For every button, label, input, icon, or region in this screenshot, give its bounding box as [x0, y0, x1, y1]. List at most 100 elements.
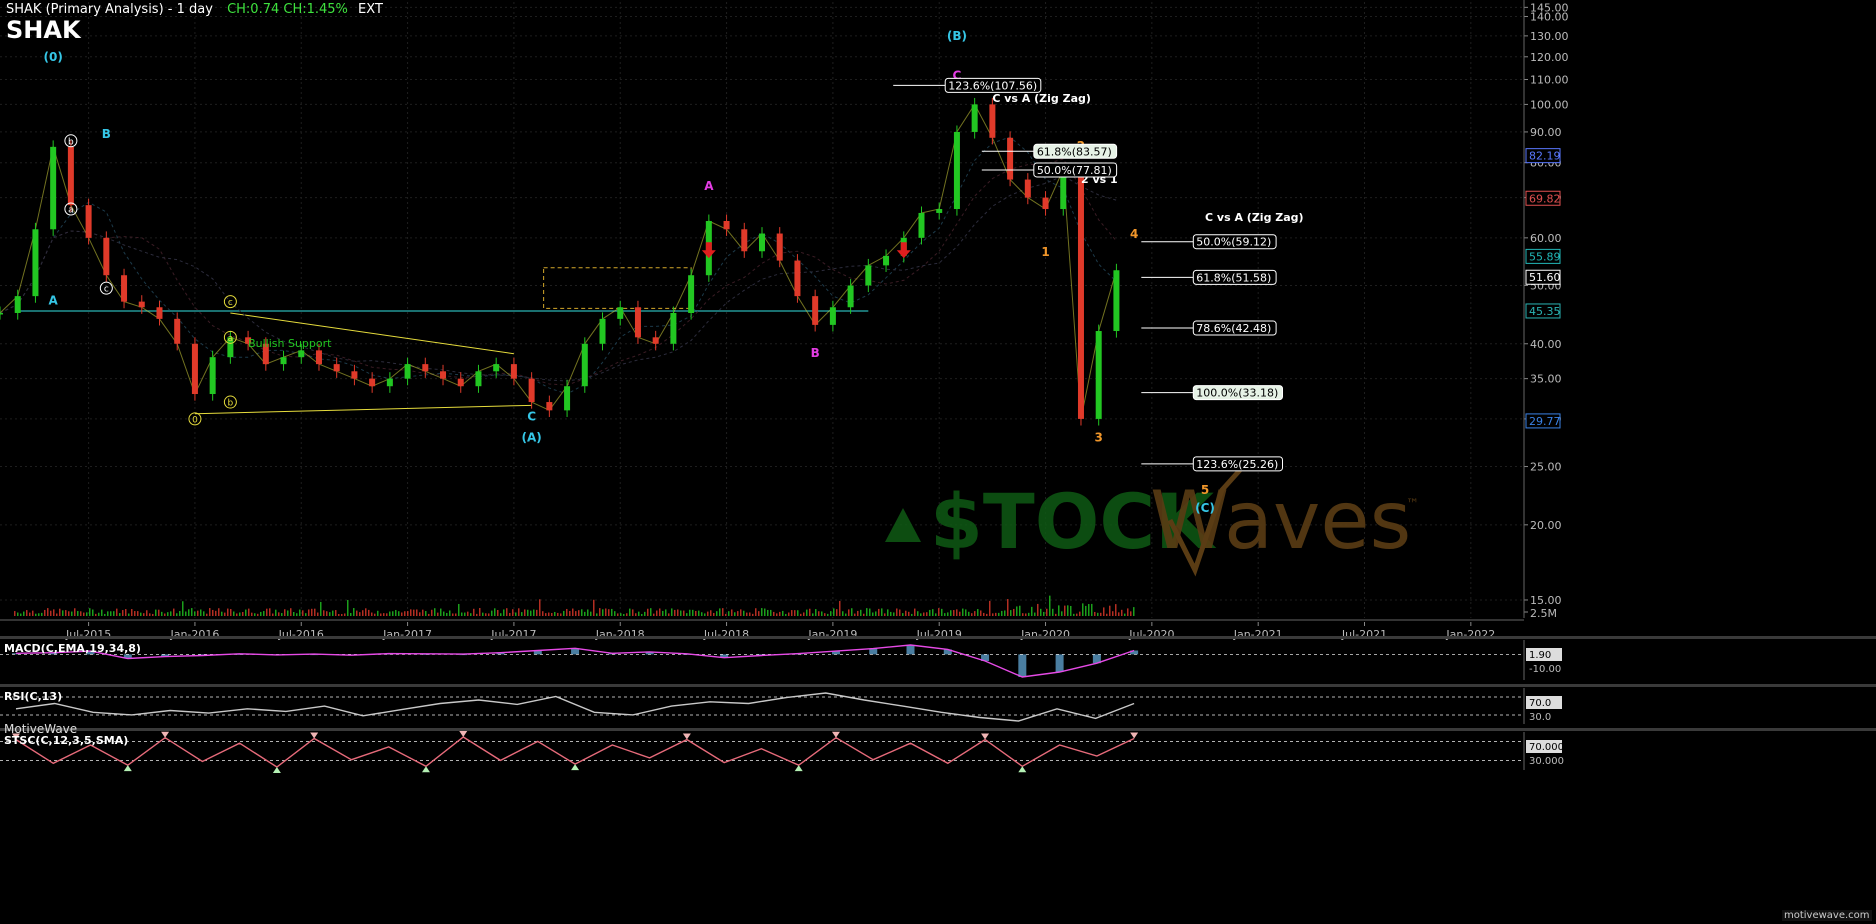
x-tick-label: Jan-2018	[595, 628, 645, 641]
volume-bar	[791, 610, 793, 616]
y-tick-label: 100.00	[1530, 98, 1569, 111]
price-candle	[298, 350, 305, 358]
volume-bar	[587, 609, 589, 616]
volume-bar	[185, 611, 187, 616]
price-candle	[936, 209, 943, 213]
indicator-tick-label: -10.00	[1529, 664, 1561, 675]
volume-bar	[1121, 609, 1123, 616]
volume-bar	[554, 611, 556, 616]
volume-bar	[974, 611, 976, 616]
volume-bar	[116, 608, 118, 616]
pane-separator	[0, 728, 1876, 731]
volume-bar	[110, 611, 112, 616]
price-candle	[174, 318, 181, 344]
fib-level-label: 61.8%(51.58)	[1196, 271, 1271, 284]
volume-bar	[386, 613, 388, 616]
volume-bar	[1052, 608, 1054, 616]
price-candle	[315, 350, 322, 365]
volume-bar	[239, 612, 241, 616]
price-candle	[599, 318, 606, 344]
volume-bar	[746, 612, 748, 616]
volume-bar	[650, 608, 652, 616]
volume-bar	[398, 611, 400, 616]
volume-bar	[1094, 611, 1096, 616]
price-candle	[138, 301, 145, 308]
volume-bar	[248, 608, 250, 616]
volume-bar	[257, 613, 259, 616]
volume-bar	[1103, 607, 1105, 616]
volume-bar	[194, 611, 196, 616]
volume-bar	[917, 611, 919, 616]
volume-bar	[245, 609, 247, 616]
volume-bar	[413, 609, 415, 616]
wave-label: (0)	[43, 50, 62, 64]
fib-level-label: 100.0%(33.18)	[1196, 387, 1278, 400]
volume-bar	[1097, 612, 1099, 616]
volume-bar	[1109, 605, 1111, 616]
volume-bar	[269, 608, 271, 616]
volume-bar	[143, 613, 145, 616]
volume-bar	[530, 610, 532, 616]
price-candle	[759, 233, 765, 252]
volume-bar	[290, 608, 292, 616]
price-candle	[156, 307, 163, 319]
volume-bar	[128, 613, 130, 616]
volume-bar	[344, 613, 346, 616]
volume-bar	[65, 610, 67, 616]
volume-bar	[818, 611, 820, 616]
fib-level-label: 50.0%(77.81)	[1037, 164, 1112, 177]
volume-bar	[62, 610, 64, 616]
volume-bar	[371, 612, 373, 616]
volume-bar	[68, 611, 70, 616]
volume-bar	[632, 609, 634, 616]
volume-bar	[707, 611, 709, 616]
volume-bar	[119, 613, 121, 616]
volume-bar	[479, 608, 481, 616]
volume-bar	[218, 608, 220, 616]
volume-bar	[281, 613, 283, 616]
volume-bar	[191, 608, 193, 616]
volume-bar	[1070, 605, 1072, 616]
volume-bar	[1019, 605, 1021, 616]
volume-bar	[575, 611, 577, 616]
price-candle	[440, 371, 447, 379]
volume-bar	[1100, 612, 1102, 616]
price-change: CH:0.74 CH:1.45%	[227, 2, 348, 17]
volume-bar	[410, 609, 412, 616]
ext-label: EXT	[358, 2, 383, 17]
volume-bar	[260, 611, 262, 616]
volume-bar	[911, 613, 913, 616]
volume-bar	[866, 608, 868, 616]
volume-bar	[449, 610, 451, 616]
volume-bar	[389, 611, 391, 616]
price-candle	[865, 265, 872, 286]
volume-bar	[44, 609, 46, 616]
volume-bar	[929, 609, 931, 616]
volume-bar	[932, 609, 934, 616]
fib-level-label: 61.8%(83.57)	[1037, 145, 1112, 158]
volume-bar	[146, 610, 148, 616]
x-tick-label: Jan-2017	[382, 628, 432, 641]
volume-bar	[170, 611, 172, 616]
volume-bar	[488, 613, 490, 616]
stock-chart[interactable]: $TOCKWaves™ 2.5M (0)BAC(A)AB(B)C12345(C)…	[0, 0, 1876, 924]
price-candle	[829, 307, 836, 325]
volume-bar	[515, 612, 517, 616]
indicator-name: MACD(C,EMA,19,34,8)	[4, 642, 141, 655]
fib-level-label: 50.0%(59.12)	[1196, 236, 1271, 249]
volume-bar	[785, 613, 787, 616]
circled-wave-label: 0	[192, 415, 198, 425]
volume-bar	[770, 609, 772, 616]
volume-bar	[647, 608, 649, 616]
volume-bar	[779, 611, 781, 616]
chart-header: SHAK (Primary Analysis) - 1 day CH:0.74 …	[6, 2, 383, 17]
volume-bar	[572, 608, 574, 616]
volume-bar	[842, 611, 844, 616]
volume-bar	[452, 613, 454, 616]
volume-bar	[302, 610, 304, 616]
volume-bar	[506, 608, 508, 616]
volume-bar	[434, 608, 436, 616]
volume-bar	[605, 608, 607, 616]
volume-bar	[1091, 603, 1093, 616]
wave-label: (A)	[521, 431, 541, 445]
